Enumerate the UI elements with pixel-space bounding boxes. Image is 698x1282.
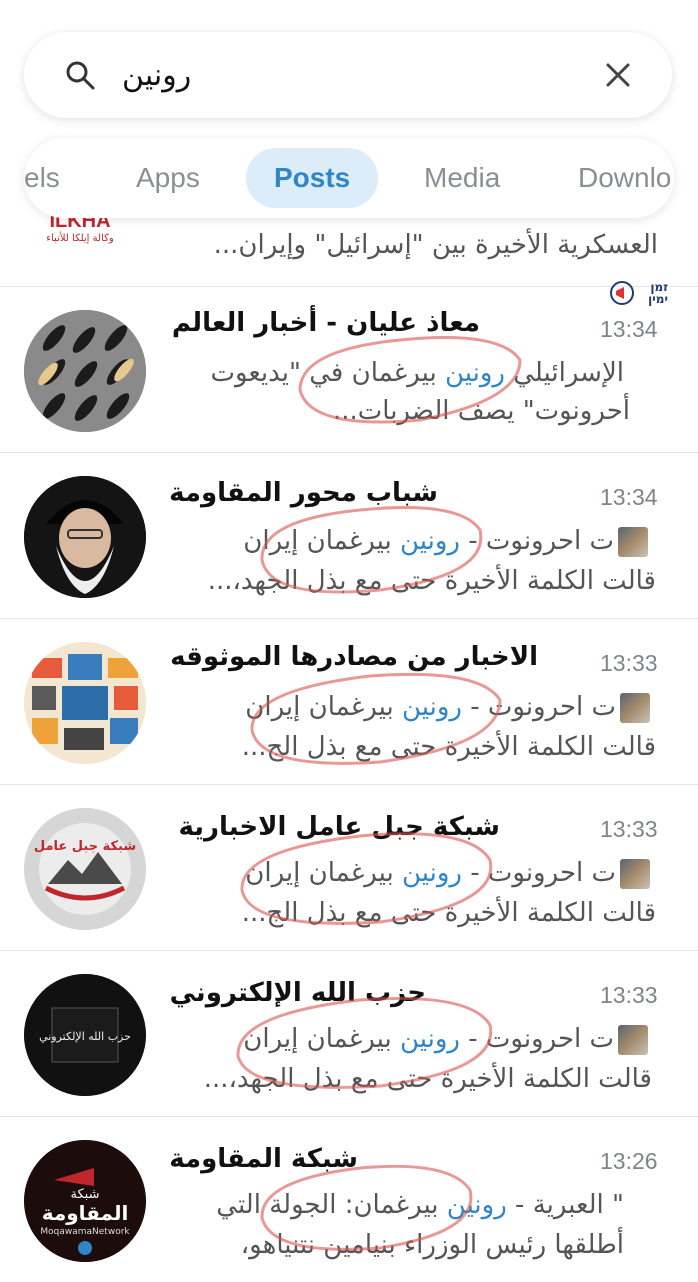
tab-apps[interactable]: Apps xyxy=(136,148,200,208)
tab-posts[interactable]: Posts xyxy=(246,148,379,208)
search-bar[interactable] xyxy=(24,32,672,118)
avatar xyxy=(24,642,146,764)
search-highlight: رونين xyxy=(446,1190,507,1220)
search-filter-tabs: els Apps Posts Media Downlo xyxy=(24,138,674,218)
message-preview-line2: قالت الكلمة الأخيرة حتى مع بذل الجهد،... xyxy=(203,1064,652,1094)
avatar xyxy=(24,476,146,598)
message-preview: ت احرونوت - رونين بيرغمان إيران xyxy=(243,1024,648,1055)
search-input[interactable] xyxy=(100,57,598,93)
close-icon[interactable] xyxy=(598,55,638,95)
avatar: حزب الله الإلكتروني xyxy=(24,974,146,1096)
svg-text:حزب الله الإلكتروني: حزب الله الإلكتروني xyxy=(39,1030,131,1043)
channel-name: معاذ عليان - أخبار العالم xyxy=(171,308,480,338)
list-item[interactable]: شباب محور المقاومة 13:34 ت احرونوت - رون… xyxy=(0,452,698,619)
message-preview-line2: أطلقها رئيس الوزراء بنيامين نتنياهو، xyxy=(240,1230,624,1260)
message-preview-line2: قالت الكلمة الأخيرة حتى مع بذل الج... xyxy=(241,732,656,762)
list-item[interactable]: حزب الله الإلكتروني حزب الله الإلكتروني … xyxy=(0,950,698,1117)
avatar xyxy=(24,310,146,432)
svg-text:المقاومة: المقاومة xyxy=(42,1201,129,1225)
timestamp: 13:34 xyxy=(600,316,658,342)
tab-downloads[interactable]: Downlo xyxy=(578,148,671,208)
search-highlight: رونين xyxy=(402,858,462,888)
media-thumbnail xyxy=(618,526,648,557)
list-item[interactable]: شبكة المقاومة MoqawamaNetwork شبكة المقا… xyxy=(0,1116,698,1282)
message-preview: ت احرونوت - رونين بيرغمان إيران xyxy=(243,526,648,557)
media-thumbnail xyxy=(620,858,650,889)
channel-name: الاخبار من مصادرها الموثوقه xyxy=(170,642,538,672)
list-item[interactable]: شبكة جبل عامل شبكة جبل عامل الاخبارية 13… xyxy=(0,784,698,951)
timestamp: 13:34 xyxy=(600,484,658,510)
search-highlight: رونين xyxy=(400,1024,460,1054)
search-highlight: رونين xyxy=(444,358,505,388)
list-item[interactable]: الاخبار من مصادرها الموثوقه 13:33 ت احرو… xyxy=(0,618,698,785)
media-thumbnail xyxy=(620,692,650,723)
channel-name: شباب محور المقاومة xyxy=(169,478,438,508)
svg-text:شبكة: شبكة xyxy=(71,1187,100,1202)
message-preview-line2: أحرونوت" يصف الضربات... xyxy=(333,396,630,426)
message-preview: العسكرية الأخيرة بين "إسرائيل" وإيران... xyxy=(213,230,658,260)
search-highlight: رونين xyxy=(402,692,462,722)
message-preview: " العبرية - رونين بيرغمان: الجولة التي xyxy=(216,1190,624,1220)
timestamp: 13:33 xyxy=(600,650,658,676)
search-icon[interactable] xyxy=(60,55,100,95)
media-thumbnail xyxy=(618,1024,648,1055)
message-preview: الإسرائيلي رونين بيرغمان في "يديعوت xyxy=(210,358,624,388)
timestamp: 13:26 xyxy=(600,1148,658,1174)
search-highlight: رونين xyxy=(400,526,460,556)
message-preview: ت احرونوت - رونين بيرغمان إيران xyxy=(245,692,650,723)
svg-text:MoqawamaNetwork: MoqawamaNetwork xyxy=(40,1227,130,1237)
svg-text:شبكة جبل عامل: شبكة جبل عامل xyxy=(34,839,136,854)
message-preview-line2: قالت الكلمة الأخيرة حتى مع بذل الجهد،... xyxy=(207,566,656,596)
tab-media[interactable]: Media xyxy=(424,148,500,208)
avatar: شبكة جبل عامل xyxy=(24,808,146,930)
tab-channels[interactable]: els xyxy=(24,148,60,208)
message-preview-line2: قالت الكلمة الأخيرة حتى مع بذل الج... xyxy=(241,898,656,928)
channel-name: شبكة المقاومة xyxy=(169,1144,358,1174)
message-preview: ت احرونوت - رونين بيرغمان إيران xyxy=(245,858,650,889)
channel-name: شبكة جبل عامل الاخبارية xyxy=(178,812,501,842)
channel-name: حزب الله الإلكتروني xyxy=(169,978,426,1008)
avatar: شبكة المقاومة MoqawamaNetwork xyxy=(24,1140,146,1262)
timestamp: 13:33 xyxy=(600,982,658,1008)
timestamp: 13:33 xyxy=(600,816,658,842)
list-item[interactable]: معاذ عليان - أخبار العالم 13:34 الإسرائي… xyxy=(0,286,698,453)
